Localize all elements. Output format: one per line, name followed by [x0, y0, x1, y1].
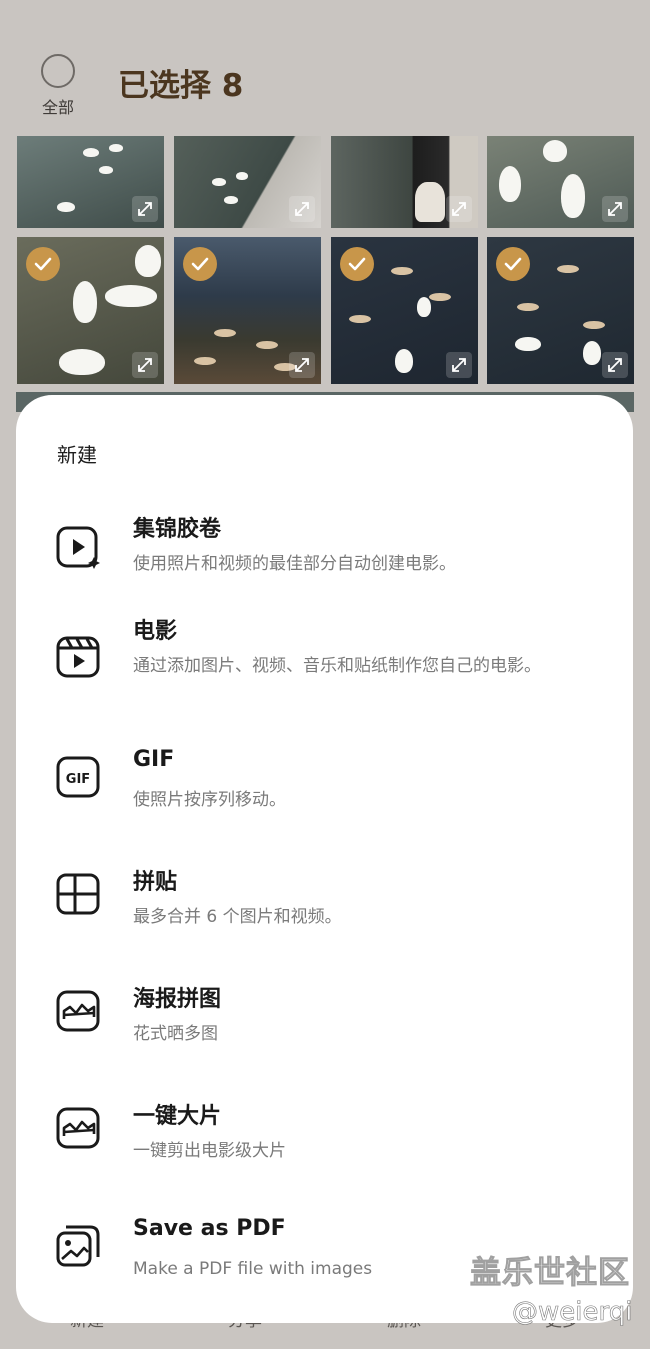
watermark-community: 盖乐世社区	[470, 1255, 630, 1292]
svg-text:GIF: GIF	[66, 772, 90, 787]
expand-icon[interactable]	[132, 352, 158, 378]
expand-icon[interactable]	[289, 352, 315, 378]
gif-icon: GIF	[54, 753, 102, 801]
expand-icon[interactable]	[289, 196, 315, 222]
photo-thumbnail[interactable]	[487, 136, 634, 228]
create-option-movie[interactable]: 电影 通过添加图片、视频、音乐和贴纸制作您自己的电影。	[16, 603, 633, 733]
selection-count-title: 已选择 8	[118, 68, 244, 104]
photo-thumbnail-selected[interactable]	[487, 237, 634, 384]
option-description: 使用照片和视频的最佳部分自动创建电影。	[133, 554, 456, 574]
option-title: 拼贴	[133, 870, 178, 895]
create-bottom-sheet: 新建 集锦胶卷 使用照片和视频的最佳部分自动创建电影。 电影 通过添加图片、视频…	[16, 395, 633, 1323]
create-option-collage[interactable]: 拼贴 最多合并 6 个图片和视频。	[16, 854, 633, 964]
expand-icon[interactable]	[602, 352, 628, 378]
selected-check-icon[interactable]	[183, 247, 217, 281]
highlight-reel-icon	[54, 523, 102, 571]
poster-collage-icon	[54, 987, 102, 1035]
save-pdf-icon	[54, 1223, 102, 1271]
photo-thumbnail[interactable]	[174, 136, 321, 228]
photo-thumbnail-selected[interactable]	[331, 237, 478, 384]
photo-thumbnail-selected[interactable]	[17, 237, 164, 384]
movie-clapper-icon	[54, 633, 102, 681]
expand-icon[interactable]	[446, 352, 472, 378]
sheet-title: 新建	[57, 443, 97, 467]
select-all-checkbox[interactable]	[41, 54, 75, 88]
create-option-poster-collage[interactable]: 海报拼图 花式晒多图	[16, 971, 633, 1081]
create-option-gif[interactable]: GIF GIF 使照片按序列移动。	[16, 737, 633, 847]
option-title: GIF	[133, 747, 175, 772]
option-description: 一键剪出电影级大片	[133, 1141, 286, 1161]
option-title: 集锦胶卷	[133, 517, 222, 542]
create-option-one-tap-blockbuster[interactable]: 一键大片 一键剪出电影级大片	[16, 1088, 633, 1198]
option-title: Save as PDF	[133, 1216, 286, 1241]
option-description: 最多合并 6 个图片和视频。	[133, 907, 342, 927]
collage-icon	[54, 870, 102, 918]
watermark-handle: @weierqi	[512, 1297, 633, 1328]
option-description: 使照片按序列移动。	[133, 790, 286, 810]
option-title: 海报拼图	[133, 987, 222, 1012]
option-description: 通过添加图片、视频、音乐和贴纸制作您自己的电影。	[133, 656, 541, 676]
photo-thumbnail[interactable]	[331, 136, 478, 228]
expand-icon[interactable]	[446, 196, 472, 222]
option-description: 花式晒多图	[133, 1024, 218, 1044]
selected-check-icon[interactable]	[496, 247, 530, 281]
select-all-toggle[interactable]: 全部	[36, 54, 80, 118]
expand-icon[interactable]	[602, 196, 628, 222]
select-all-label: 全部	[41, 98, 74, 117]
one-tap-blockbuster-icon	[54, 1104, 102, 1152]
create-option-highlight-reel[interactable]: 集锦胶卷 使用照片和视频的最佳部分自动创建电影。	[16, 501, 633, 611]
selected-check-icon[interactable]	[340, 247, 374, 281]
option-title: 电影	[133, 619, 178, 644]
photo-thumbnail[interactable]	[17, 136, 164, 228]
photo-thumbnail-selected[interactable]	[174, 237, 321, 384]
expand-icon[interactable]	[132, 196, 158, 222]
option-title: 一键大片	[133, 1104, 222, 1129]
selected-check-icon[interactable]	[26, 247, 60, 281]
